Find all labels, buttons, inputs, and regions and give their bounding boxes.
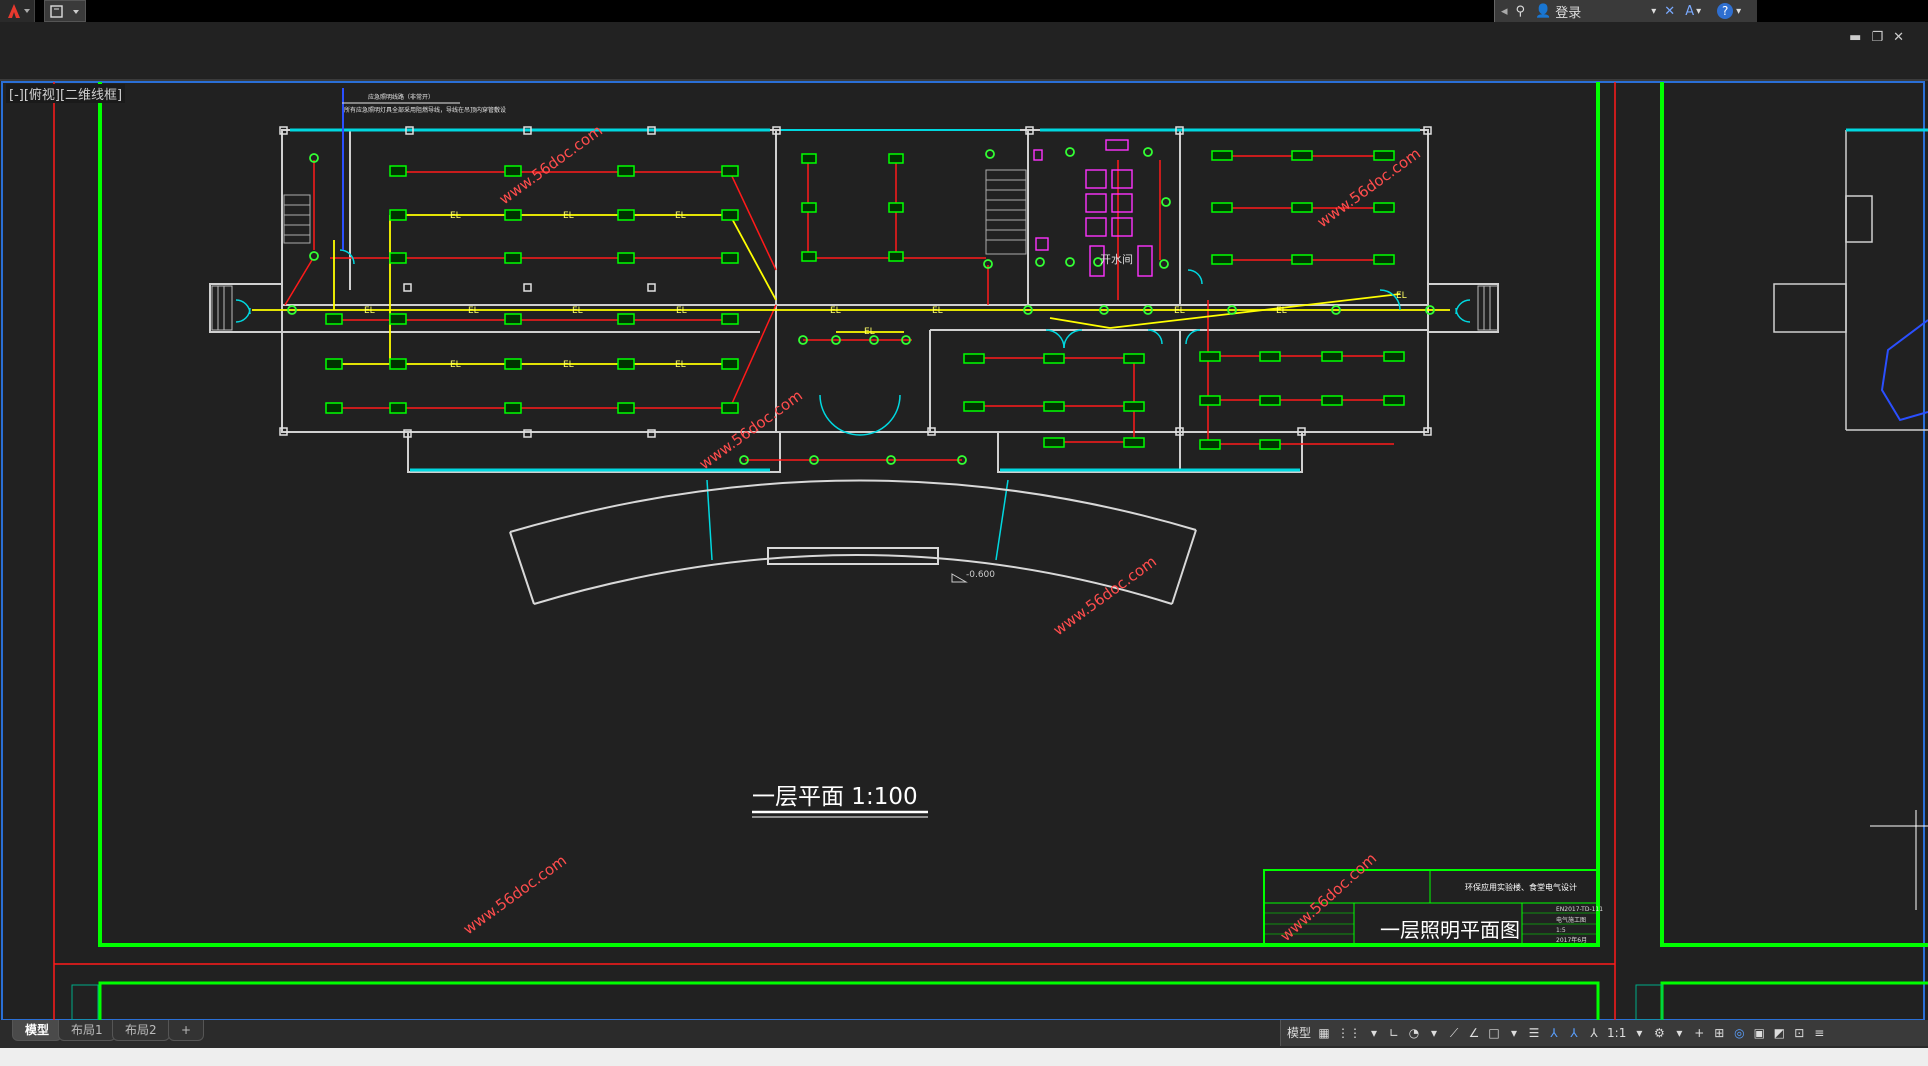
object-snap-icon[interactable]: □ — [1487, 1025, 1501, 1041]
annotation-monitor-icon[interactable]: + — [1692, 1025, 1706, 1041]
model-space-button[interactable]: 模型 — [1287, 1025, 1311, 1041]
emergency-lighting-yellow — [252, 214, 1450, 365]
stair-left — [283, 194, 311, 244]
snap-dropdown-icon[interactable]: ▾ — [1367, 1025, 1381, 1041]
snap-mode-icon[interactable]: ⋮⋮ — [1337, 1025, 1361, 1041]
window-bottom-edge — [0, 1048, 1928, 1066]
svg-text:EL: EL — [450, 360, 461, 370]
svg-text:EL: EL — [1276, 306, 1287, 316]
tab-model[interactable]: 模型 — [12, 1020, 63, 1041]
watermark: www.56doc.com — [1277, 849, 1380, 945]
plan-title: 一层平面 1:100 — [752, 784, 918, 810]
watermark: www.56doc.com — [460, 851, 570, 938]
login-label[interactable]: 登录 — [1555, 2, 1581, 21]
door-swings — [235, 249, 1471, 561]
grid-icon[interactable]: ▦ — [1317, 1025, 1331, 1041]
red-border — [53, 82, 1616, 1020]
svg-text:EL: EL — [364, 306, 375, 316]
viewport-controls-label[interactable]: [-][俯视][二维线框] — [6, 84, 126, 103]
cad-drawing: EL EL EL EL EL EL EL EL EL EL EL EL EL E… — [0, 79, 1928, 1020]
entrance-canopy — [509, 479, 1197, 605]
tb-drawing-name: 一层照明平面图 — [1380, 918, 1520, 942]
svg-text:所有应急照明灯具全部采用阻燃导线，导线在吊顶内穿管敷设: 所有应急照明灯具全部采用阻燃导线，导线在吊顶内穿管敷设 — [344, 106, 506, 114]
help-icon[interactable]: ? — [1717, 3, 1734, 19]
adjacent-sheet-plan — [1773, 128, 1928, 910]
polar-dropdown-icon[interactable]: ▾ — [1427, 1025, 1441, 1041]
scale-dropdown-icon[interactable]: ▾ — [1632, 1025, 1646, 1041]
nav-left-icon[interactable]: ◂ — [1501, 4, 1508, 19]
tb-date: 2017年6月 — [1556, 936, 1587, 944]
light-fixtures — [325, 150, 1405, 450]
autocad-logo-icon — [8, 4, 30, 18]
customization-menu-icon[interactable]: ≡ — [1812, 1025, 1826, 1041]
windows — [290, 128, 1420, 472]
help-dropdown-icon[interactable]: ▾ — [1736, 6, 1741, 17]
stair-center — [985, 169, 1027, 255]
svg-text:EL: EL — [563, 211, 574, 221]
svg-text:EL: EL — [675, 360, 686, 370]
minimize-icon[interactable]: ▬ — [1849, 30, 1871, 45]
drawing-window-controls[interactable]: ▬❐✕ — [1849, 30, 1914, 45]
isolate-objects-icon[interactable]: ▣ — [1752, 1025, 1766, 1041]
annotation-scale-value[interactable]: 1:1 — [1607, 1025, 1626, 1041]
quick-access-toolbar[interactable] — [44, 0, 86, 22]
tb-discipline: 电气施工图 — [1556, 916, 1586, 924]
isodraft-icon[interactable]: ⟋ — [1447, 1025, 1461, 1041]
svg-text:EL: EL — [563, 360, 574, 370]
status-bar: 模型 ▦ ⋮⋮ ▾ ∟ ◔ ▾ ⟋ ∠ □ ▾ ☰ ⅄ ⅄ ⅄ 1:1 ▾ ⚙ … — [1280, 1020, 1928, 1046]
ortho-icon[interactable]: ∟ — [1387, 1025, 1401, 1041]
close-icon[interactable]: ✕ — [1893, 30, 1914, 45]
watermark: www.56doc.com — [1314, 144, 1424, 231]
svg-text:应急照明线路（非常开）: 应急照明线路（非常开） — [368, 93, 434, 101]
columns — [279, 126, 1432, 438]
autodesk-a360-icon[interactable]: A — [1685, 4, 1694, 19]
svg-text:EL: EL — [1174, 306, 1185, 316]
add-layout-tab-button[interactable]: + — [168, 1020, 205, 1041]
osnap-dropdown-icon[interactable]: ▾ — [1507, 1025, 1521, 1041]
infocenter-bar: ◂ ⚲ 👤 登录 ▾ ✕ A ▾ ? ▾ — [1494, 0, 1757, 22]
clean-screen-icon[interactable]: ⊡ — [1792, 1025, 1806, 1041]
restore-icon[interactable]: ❐ — [1871, 30, 1893, 45]
units-icon[interactable]: ⊞ — [1712, 1025, 1726, 1041]
login-dropdown-icon[interactable]: ▾ — [1651, 6, 1656, 17]
svg-text:EL: EL — [468, 306, 479, 316]
tab-layout1[interactable]: 布局1 — [58, 1020, 116, 1041]
save-icon — [50, 5, 79, 18]
restroom-fixtures — [1033, 139, 1153, 277]
elevation-mark: -0.600 — [966, 570, 995, 580]
user-icon[interactable]: 👤 — [1535, 4, 1551, 19]
exchange-icon[interactable]: ✕ — [1664, 4, 1675, 19]
a360-dropdown-icon[interactable]: ▾ — [1696, 6, 1701, 17]
workspace-gear-icon[interactable]: ⚙ — [1652, 1025, 1666, 1041]
annotation-visibility-icon[interactable]: ⅄ — [1547, 1025, 1561, 1041]
polar-tracking-icon[interactable]: ◔ — [1407, 1025, 1421, 1041]
ribbon-area — [0, 22, 1928, 78]
annotation-scale-icon[interactable]: ⅄ — [1587, 1025, 1601, 1041]
drawing-canvas[interactable]: EL EL EL EL EL EL EL EL EL EL EL EL EL E… — [0, 78, 1928, 1020]
auto-scale-icon[interactable]: ⅄ — [1567, 1025, 1581, 1041]
building-walls — [209, 129, 1499, 473]
watermarks: www.56doc.com www.56doc.com www.56doc.co… — [460, 121, 1424, 945]
hardware-acceleration-icon[interactable]: ◩ — [1772, 1025, 1786, 1041]
binoculars-icon[interactable]: ⚲ — [1516, 4, 1526, 19]
svg-text:EL: EL — [830, 306, 841, 316]
tb-project: 环保应用实验楼、食堂电气设计 — [1465, 882, 1577, 892]
svg-text:EL: EL — [572, 306, 583, 316]
el-labels: EL EL EL EL EL EL EL EL EL EL EL EL EL E… — [364, 211, 1407, 370]
svg-text:EL: EL — [676, 306, 687, 316]
application-menu-button[interactable] — [0, 0, 35, 22]
watermark: www.56doc.com — [496, 121, 606, 208]
conduit-note: 应急照明线路（非常开） 所有应急照明灯具全部采用阻燃导线，导线在吊顶内穿管敷设 — [342, 93, 506, 114]
svg-text:EL: EL — [932, 306, 943, 316]
quick-properties-icon[interactable]: ◎ — [1732, 1025, 1746, 1041]
tb-drawing-no: EN2017-TD-111 — [1556, 906, 1603, 913]
svg-text:EL: EL — [675, 211, 686, 221]
lineweight-icon[interactable]: ☰ — [1527, 1025, 1541, 1041]
workspace-dropdown-icon[interactable]: ▾ — [1672, 1025, 1686, 1041]
tb-scale: 1:5 — [1556, 927, 1566, 934]
object-snap-tracking-icon[interactable]: ∠ — [1467, 1025, 1481, 1041]
room-label: 开水间 — [1100, 253, 1133, 266]
tab-layout2[interactable]: 布局2 — [112, 1020, 170, 1041]
svg-text:EL: EL — [450, 211, 461, 221]
